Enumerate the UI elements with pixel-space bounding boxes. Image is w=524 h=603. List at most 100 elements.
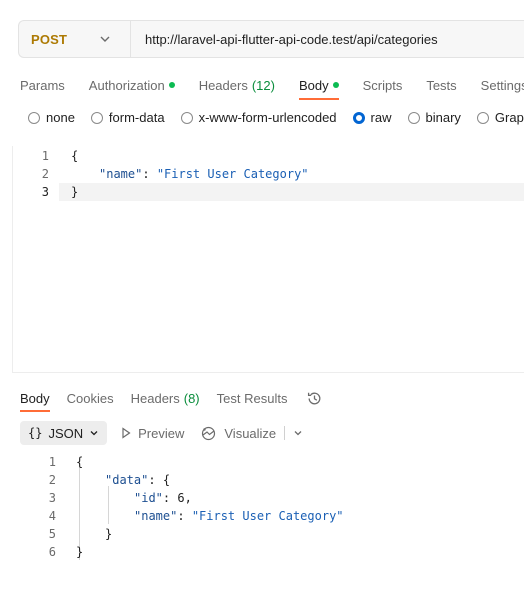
json-separator: : bbox=[142, 167, 157, 181]
tab-headers[interactable]: Headers (12) bbox=[199, 72, 275, 98]
line-number: 2 bbox=[41, 167, 49, 181]
line-number: 5 bbox=[48, 527, 56, 541]
url-input[interactable]: http://laravel-api-flutter-api-code.test… bbox=[131, 32, 438, 47]
line-number: 3 bbox=[48, 491, 56, 505]
tab-params[interactable]: Params bbox=[20, 72, 65, 98]
preview-label: Preview bbox=[138, 425, 185, 441]
radio-circle[interactable] bbox=[28, 111, 40, 124]
code-line: 2 "data": { bbox=[0, 471, 170, 489]
code-text: { bbox=[76, 455, 84, 469]
radio-circle[interactable] bbox=[90, 111, 103, 124]
json-separator: : bbox=[148, 473, 163, 487]
response-toolbar: {} JSON Preview Visualize bbox=[20, 421, 303, 445]
code-text: } bbox=[71, 185, 79, 199]
json-separator: : bbox=[162, 491, 178, 505]
response-body-viewer[interactable]: 1 { 2 "data": { 3 "id": 6, 4 "name": "Fi… bbox=[0, 452, 524, 572]
tab-label: Body bbox=[298, 77, 329, 93]
radio-graphql[interactable]: GraphQL bbox=[476, 110, 524, 125]
radio-label: binary bbox=[425, 110, 461, 125]
tab-label: Headers bbox=[130, 390, 180, 406]
chevron-down-icon[interactable] bbox=[293, 428, 303, 438]
radio-circle[interactable] bbox=[180, 111, 193, 124]
radio-circle[interactable] bbox=[352, 111, 365, 124]
radio-none[interactable]: none bbox=[28, 110, 75, 125]
radio-circle[interactable] bbox=[476, 111, 489, 124]
json-value: "First User Category" bbox=[156, 167, 309, 181]
tab-label: Settings bbox=[480, 77, 524, 93]
tab-response-body[interactable]: Body bbox=[20, 388, 50, 412]
tab-label: Headers bbox=[198, 77, 248, 93]
tab-authorization[interactable]: Authorization bbox=[89, 72, 175, 98]
method-label: POST bbox=[31, 31, 68, 47]
radio-label: raw bbox=[370, 110, 392, 125]
indent-guide bbox=[108, 486, 109, 524]
radio-label: x-www-form-urlencoded bbox=[198, 110, 337, 125]
radio-label: form-data bbox=[108, 110, 165, 125]
line-number: 1 bbox=[41, 149, 49, 163]
request-tabs: Params Authorization Headers (12) Body Sc… bbox=[20, 72, 524, 100]
preview-button[interactable]: Preview bbox=[121, 426, 184, 441]
json-key: "id" bbox=[134, 491, 163, 505]
chevron-down-icon bbox=[90, 431, 98, 436]
visualize-label: Visualize bbox=[224, 425, 277, 441]
tab-scripts[interactable]: Scripts bbox=[363, 72, 403, 98]
visualize-icon bbox=[202, 426, 216, 440]
code-text: { bbox=[71, 149, 79, 163]
json-key: "data" bbox=[105, 473, 149, 487]
chevron-down-icon bbox=[98, 32, 112, 46]
json-key: "name" bbox=[99, 167, 143, 181]
tab-tests[interactable]: Tests bbox=[426, 72, 456, 98]
request-url-bar: POST http://laravel-api-flutter-api-code… bbox=[18, 20, 524, 58]
tab-body[interactable]: Body bbox=[298, 72, 339, 100]
line-number: 6 bbox=[48, 545, 56, 559]
code-text: { bbox=[162, 473, 171, 487]
format-dropdown[interactable]: {} JSON bbox=[20, 421, 108, 445]
code-line: 3 } bbox=[13, 183, 78, 201]
braces-icon: {} bbox=[28, 426, 43, 440]
tab-cookies[interactable]: Cookies bbox=[67, 388, 114, 408]
tab-test-results[interactable]: Test Results bbox=[217, 388, 288, 408]
json-value: "First User Category" bbox=[191, 509, 344, 523]
radio-binary[interactable]: binary bbox=[407, 110, 461, 125]
code-line: 3 "id": 6, bbox=[0, 489, 192, 507]
tab-settings[interactable]: Settings bbox=[481, 72, 524, 98]
radio-label: GraphQL bbox=[494, 110, 524, 125]
radio-form-data[interactable]: form-data bbox=[90, 110, 165, 125]
line-number: 2 bbox=[48, 473, 56, 487]
line-number: 3 bbox=[41, 185, 49, 199]
radio-label: none bbox=[46, 110, 75, 125]
visualize-button[interactable]: Visualize bbox=[200, 426, 276, 441]
play-icon bbox=[122, 427, 131, 439]
tab-label: Authorization bbox=[88, 77, 165, 93]
code-line: 1 { bbox=[0, 453, 83, 471]
radio-x-www-form-urlencoded[interactable]: x-www-form-urlencoded bbox=[180, 110, 337, 125]
request-body-editor[interactable]: 1 { 2 "name": "First User Category" 3 } bbox=[12, 146, 524, 373]
headers-count: (12) bbox=[251, 77, 275, 93]
code-line: 2 "name": "First User Category" bbox=[13, 165, 309, 183]
json-key: "name" bbox=[134, 509, 178, 523]
code-line: 1 { bbox=[13, 147, 78, 165]
code-line: 6 } bbox=[0, 543, 83, 561]
json-comma: , bbox=[184, 491, 192, 505]
code-line: 4 "name": "First User Category" bbox=[0, 507, 344, 525]
radio-circle[interactable] bbox=[407, 111, 420, 124]
json-value: 6 bbox=[177, 491, 185, 505]
tab-label: Tests bbox=[426, 77, 457, 93]
headers-count: (8) bbox=[183, 390, 200, 406]
tab-label: Cookies bbox=[66, 390, 114, 406]
json-separator: : bbox=[177, 509, 192, 523]
divider bbox=[284, 426, 286, 440]
response-tabs: Body Cookies Headers (8) Test Results bbox=[20, 388, 323, 412]
radio-raw[interactable]: raw bbox=[352, 110, 392, 125]
code-line: 5 } bbox=[0, 525, 112, 543]
tab-response-headers[interactable]: Headers (8) bbox=[131, 388, 200, 408]
code-text: } bbox=[76, 545, 84, 559]
code-text: } bbox=[105, 527, 113, 541]
tab-label: Scripts bbox=[362, 77, 403, 93]
line-number: 4 bbox=[48, 509, 56, 523]
tab-label: Body bbox=[20, 390, 50, 406]
method-dropdown[interactable]: POST bbox=[19, 21, 131, 57]
history-icon[interactable] bbox=[306, 388, 323, 408]
line-number: 1 bbox=[48, 455, 56, 469]
tab-label: Test Results bbox=[216, 390, 288, 406]
